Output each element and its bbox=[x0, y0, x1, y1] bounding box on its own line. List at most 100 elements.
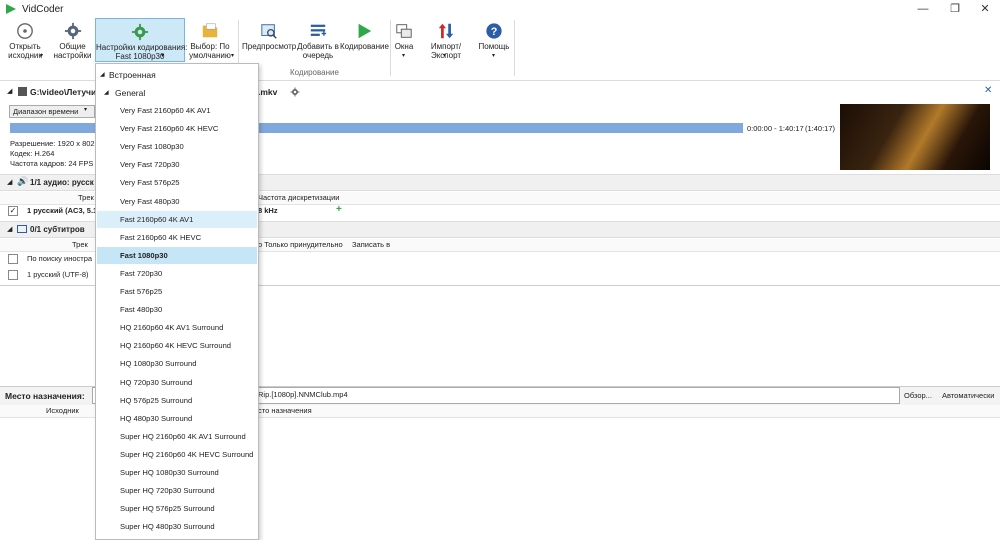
subtitle-checkbox[interactable] bbox=[8, 254, 18, 264]
codec-info: Кодек: H.264 bbox=[10, 149, 55, 158]
subtitle-col-track[interactable]: Трек bbox=[72, 240, 88, 249]
preset-item[interactable]: Very Fast 1080p30 bbox=[97, 138, 257, 155]
preset-item[interactable]: Fast 576p25 bbox=[97, 283, 257, 300]
preset-item[interactable]: Super HQ 1080p30 Surround bbox=[97, 464, 257, 481]
subtitle-icon bbox=[17, 225, 27, 233]
subtitle-section-title: 0/1 субтитров bbox=[30, 225, 85, 234]
destination-label: Место назначения: bbox=[5, 391, 85, 401]
preset-item[interactable]: HQ 576p25 Surround bbox=[97, 392, 257, 409]
audio-col-track[interactable]: Трек bbox=[78, 193, 94, 202]
preset-item[interactable]: Super HQ 576p25 Surround bbox=[97, 500, 257, 517]
preset-item[interactable]: Fast 720p30 bbox=[97, 265, 257, 282]
framerate-info: Частота кадров: 24 FPS bbox=[10, 159, 94, 168]
queue-col-source[interactable]: Исходник bbox=[46, 406, 79, 415]
preset-item[interactable]: Fast 480p30 bbox=[97, 301, 257, 318]
collapse-triangle-icon[interactable]: ◢ bbox=[7, 225, 12, 233]
preset-item[interactable]: Super HQ 2160p60 4K AV1 Surround bbox=[97, 428, 257, 445]
resolution-info: Разрешение: 1920 x 802 bbox=[10, 139, 95, 148]
general-settings-label: Общие настройки bbox=[53, 42, 92, 60]
picker-button[interactable]: Выбор: По умолчанию bbox=[186, 18, 234, 62]
subtitle-col-burn[interactable]: Записать в bbox=[352, 240, 390, 249]
add-to-queue-button[interactable]: Добавить в очередь bbox=[296, 18, 340, 62]
queue-icon bbox=[310, 24, 327, 36]
preset-item[interactable]: Very Fast 2160p60 4K AV1 bbox=[97, 102, 257, 119]
queue-col-dest[interactable]: сто назначения bbox=[258, 406, 312, 415]
collapse-triangle-icon[interactable]: ◢ bbox=[7, 87, 12, 95]
chevron-down-icon: ▾ bbox=[40, 53, 44, 59]
subtitle-name: По поиску иностра bbox=[27, 254, 93, 263]
close-icon[interactable]: ✕ bbox=[984, 85, 992, 96]
duration: (1:40:17) bbox=[805, 124, 836, 133]
preset-item[interactable]: Fast 1080p30 bbox=[97, 246, 257, 264]
time-display: 0:00:00 - 1:40:17 bbox=[747, 124, 804, 133]
preset-item[interactable]: Super HQ 480p30 Surround bbox=[97, 518, 257, 535]
gear-green-icon bbox=[131, 23, 149, 41]
minimize-button[interactable]: — bbox=[908, 1, 938, 17]
gear-icon bbox=[64, 22, 81, 40]
subtitle-name: 1 русский (UTF-8) bbox=[27, 270, 89, 279]
encode-button[interactable]: Кодирование bbox=[340, 18, 389, 62]
expand-triangle-icon[interactable]: ◢ bbox=[100, 66, 105, 84]
expand-triangle-icon[interactable]: ◢ bbox=[104, 84, 109, 102]
source-path-tail: .mkv bbox=[258, 87, 278, 97]
chevron-down-icon: ▾ bbox=[231, 53, 235, 59]
preset-item[interactable]: Very Fast 576p25 bbox=[97, 174, 257, 191]
audio-track-samplerate: 8 kHz bbox=[258, 206, 278, 215]
vidcoder-logo-icon bbox=[6, 4, 16, 14]
source-path: G:\video\Летучи bbox=[30, 87, 97, 97]
windows-icon bbox=[396, 24, 412, 38]
preset-dropdown: ◢ Встроенная ◢ General Very Fast 2160p60… bbox=[95, 63, 259, 540]
builtin-group-label[interactable]: Встроенная bbox=[109, 66, 156, 84]
subtitle-checkbox[interactable] bbox=[8, 270, 18, 280]
video-preview-thumbnail[interactable] bbox=[840, 104, 990, 170]
time-range-select[interactable]: Диапазон времени ▾ bbox=[9, 105, 95, 118]
preview-button[interactable]: Предпросмотр bbox=[242, 18, 296, 62]
preset-item[interactable]: HQ 2160p60 4K AV1 Surround bbox=[97, 319, 257, 336]
preset-item[interactable]: Very Fast 720p30 bbox=[97, 156, 257, 173]
close-window-button[interactable]: ✕ bbox=[970, 1, 1000, 17]
subtitle-col-forced[interactable]: о Только принудительно bbox=[258, 240, 343, 249]
preset-item[interactable]: Very Fast 2160p60 4K HEVC bbox=[97, 120, 257, 137]
chevron-down-icon: ▾ bbox=[402, 53, 406, 59]
add-audio-button[interactable]: + bbox=[336, 204, 342, 215]
general-group-label[interactable]: General bbox=[115, 84, 145, 102]
encode-label: Кодирование bbox=[340, 42, 389, 51]
disc-icon bbox=[17, 23, 33, 39]
play-icon bbox=[358, 23, 372, 39]
chevron-down-icon: ▾ bbox=[161, 53, 165, 59]
encoding-settings-button[interactable]: Настройки кодирования: Fast 1080p30 bbox=[95, 18, 188, 62]
audio-track-checkbox[interactable]: ✓ bbox=[8, 206, 18, 216]
maximize-button[interactable]: ❐ bbox=[940, 1, 970, 17]
audio-col-samplerate[interactable]: Частота дискретизации bbox=[258, 193, 339, 202]
preset-item[interactable]: Fast 2160p60 4K AV1 bbox=[97, 210, 257, 228]
preset-item[interactable]: HQ 480p30 Surround bbox=[97, 410, 257, 427]
preset-item[interactable]: Super HQ 720p30 Surround bbox=[97, 482, 257, 499]
collapse-triangle-icon[interactable]: ◢ bbox=[7, 178, 12, 186]
destination-value: Rip.[1080p].NNMClub.mp4 bbox=[258, 390, 348, 399]
general-settings-button[interactable]: Общие настройки bbox=[50, 18, 95, 62]
automatic-button[interactable]: Автоматически bbox=[942, 391, 994, 400]
time-range-label: Диапазон времени bbox=[13, 107, 79, 116]
picker-label: Выбор: По умолчанию bbox=[189, 42, 231, 60]
svg-text:?: ? bbox=[491, 26, 498, 38]
folder-icon bbox=[202, 23, 218, 38]
preset-item[interactable]: HQ 720p30 Surround bbox=[97, 374, 257, 391]
add-to-queue-label: Добавить в очередь bbox=[297, 42, 339, 60]
window-title: VidCoder bbox=[22, 4, 64, 15]
speaker-icon: 🔊 bbox=[17, 176, 29, 186]
encoding-settings-label: Настройки кодирования: Fast 1080p30 bbox=[96, 43, 188, 61]
help-icon: ? bbox=[486, 23, 502, 39]
preset-item[interactable]: Fast 2160p60 4K HEVC bbox=[97, 229, 257, 246]
browse-button[interactable]: Обзор... bbox=[904, 391, 932, 400]
preset-item[interactable]: HQ 1080p30 Surround bbox=[97, 355, 257, 372]
preset-item[interactable]: HQ 2160p60 4K HEVC Surround bbox=[97, 337, 257, 354]
chevron-down-icon: ▾ bbox=[492, 53, 496, 59]
preset-item[interactable]: Very Fast 480p30 bbox=[97, 193, 257, 210]
open-source-label: Открыть исходник bbox=[8, 42, 42, 60]
settings-gear-icon[interactable] bbox=[290, 87, 300, 97]
ribbon-separator bbox=[390, 20, 391, 76]
audio-track-name: 1 русский (AC3, 5.1 bbox=[27, 206, 98, 215]
preset-item[interactable]: Super HQ 2160p60 4K HEVC Surround bbox=[97, 446, 257, 463]
help-label: Помощь bbox=[478, 42, 510, 51]
windows-label: Окна bbox=[394, 42, 414, 51]
